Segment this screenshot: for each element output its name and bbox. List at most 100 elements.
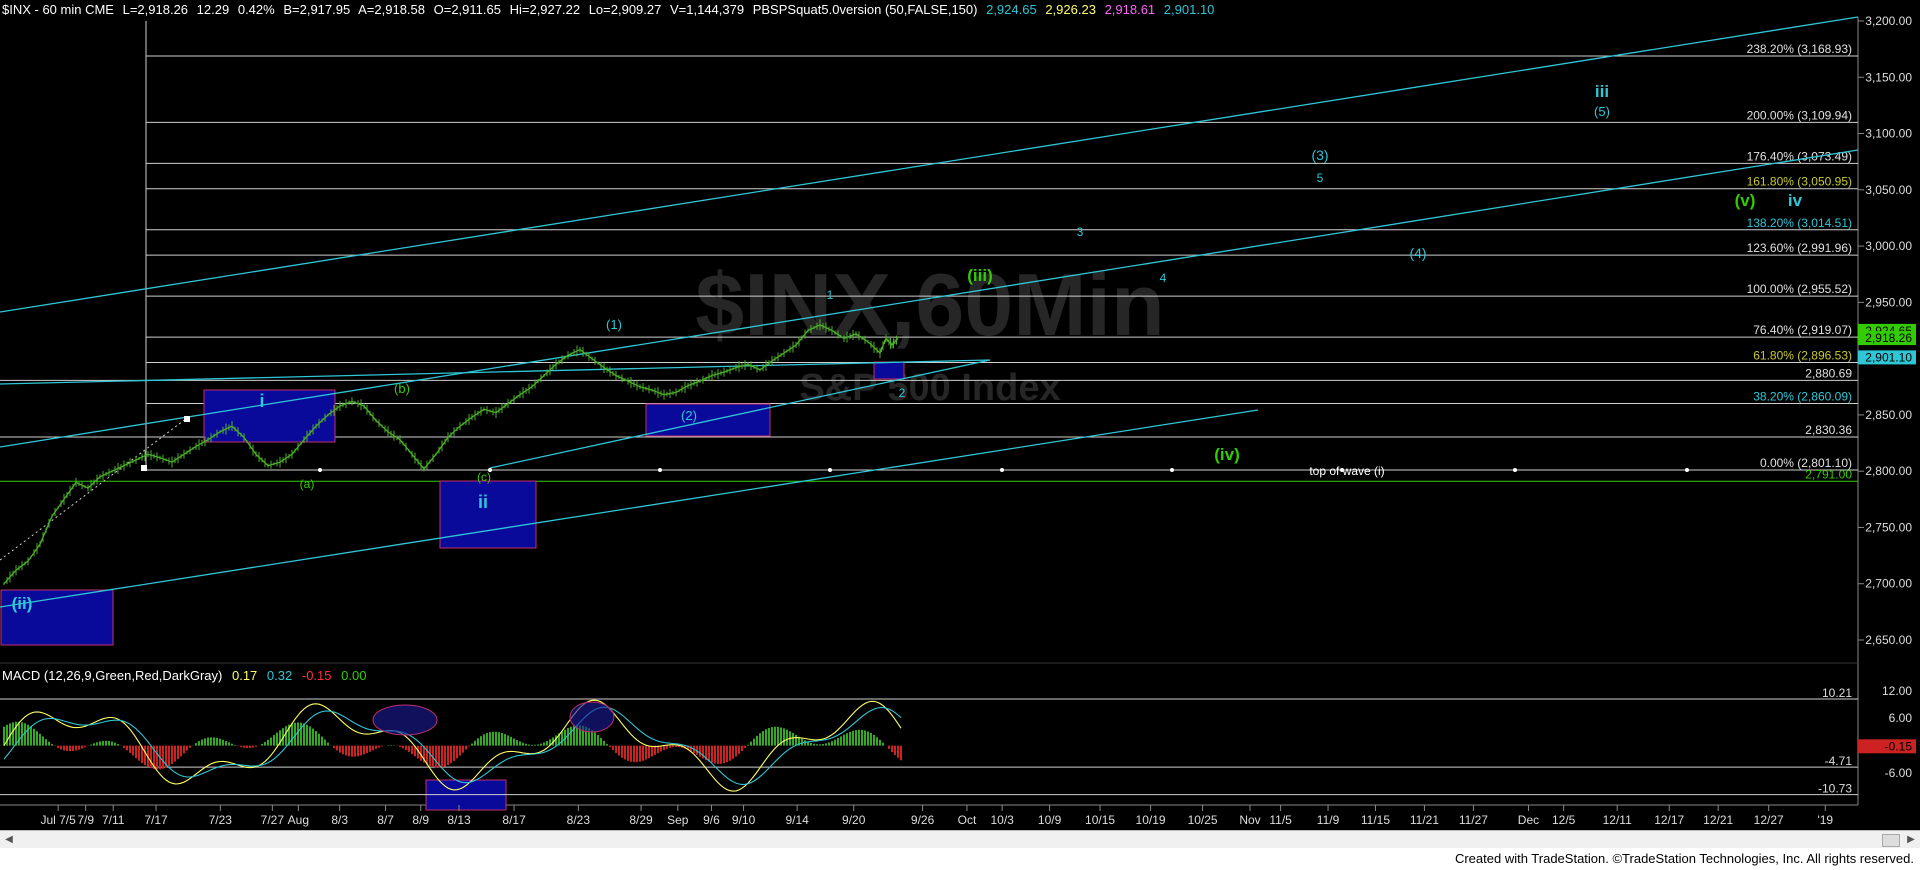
wave-label: (4) (1409, 245, 1426, 261)
fib-label: 61.80% (2,896.53) (1753, 349, 1852, 363)
x-tick-label: 10/25 (1188, 813, 1218, 827)
x-tick-label: 9/14 (785, 813, 809, 827)
target-box (645, 403, 771, 437)
macd-y-tick: 6.00 (1889, 711, 1913, 725)
x-tick-label: 11/9 (1317, 813, 1340, 827)
macd-avg: 0.32 (266, 668, 293, 683)
y-tick-label: 3,000.00 (1865, 239, 1912, 253)
x-tick-label: 9/20 (842, 813, 866, 827)
x-tick-label: 7/11 (102, 813, 125, 827)
level-dot (318, 467, 322, 472)
fib-label: 200.00% (3,109.94) (1747, 108, 1852, 122)
x-tick-label: 10/9 (1038, 813, 1062, 827)
x-tick-label: 11/21 (1410, 813, 1439, 827)
level-dot (1170, 467, 1174, 472)
x-tick-label: 11/27 (1459, 813, 1488, 827)
x-tick-label: 12/17 (1654, 813, 1684, 827)
x-tick-label: Nov (1239, 813, 1260, 827)
fib-label: 100.00% (2,955.52) (1747, 282, 1852, 296)
x-tick-label: 7/23 (209, 813, 233, 827)
indicator-value-2: 2,926.23 (1045, 2, 1096, 17)
y-tick-label: 3,100.00 (1865, 127, 1912, 141)
x-tick-label: 10/19 (1136, 813, 1166, 827)
bid-price: B=2,917.95 (283, 2, 351, 17)
wave-label: 1 (827, 288, 834, 302)
x-tick-label: 9/10 (732, 813, 756, 827)
macd-value: 0.17 (231, 668, 258, 683)
fib-label: 38.20% (2,860.09) (1753, 390, 1852, 404)
watermark-title: $INX,60Min (695, 255, 1164, 354)
fib-label: 76.40% (2,919.07) (1753, 323, 1852, 337)
indicator-value-3: 2,918.61 (1104, 2, 1156, 17)
level-dot (1000, 467, 1004, 472)
fib-label: 176.40% (3,073.49) (1747, 149, 1852, 163)
x-tick-label: 12/21 (1703, 813, 1733, 827)
net-change: 12.29 (196, 2, 230, 17)
y-tick-label: 2,950.00 (1865, 295, 1912, 309)
y-tick-label: 2,700.00 (1865, 577, 1912, 591)
wave-label: (iii) (967, 266, 993, 285)
wave-label: 3 (1077, 225, 1084, 239)
x-tick-label: 8/13 (447, 813, 471, 827)
wave-label: top of wave (i) (1309, 464, 1384, 478)
y-tick-label: 3,150.00 (1865, 70, 1912, 84)
volume: V=1,144,379 (669, 2, 745, 17)
wave-label: (ii) (12, 594, 33, 613)
wave-label: (b) (394, 381, 410, 396)
macd-highlight-ellipse (372, 704, 438, 736)
wave-label: (1) (606, 317, 622, 332)
scroll-thumb[interactable] (1882, 834, 1900, 847)
x-tick-label: 11/15 (1361, 813, 1390, 827)
x-tick-label: 7/9 (77, 813, 94, 827)
x-tick-label: Sep (667, 813, 689, 827)
wave-label: ii (478, 492, 488, 512)
horizontal-scrollbar[interactable]: ◀ ▶ (0, 830, 1920, 849)
macd-zero: 0.00 (341, 668, 367, 683)
wave-label: (v) (1735, 191, 1756, 210)
pivot-marker (184, 416, 190, 422)
macd-diff: -0.15 (301, 668, 332, 683)
macd-ref-label: -4.71 (1825, 754, 1853, 768)
level-dot (658, 467, 662, 472)
x-tick-label: 10/3 (990, 813, 1014, 827)
x-tick-label: 7/27 (261, 813, 285, 827)
wave-label: 5 (1317, 171, 1324, 185)
last-price: L=2,918.26 (122, 2, 189, 17)
target-box (873, 361, 905, 380)
x-tick-label: Oct (958, 813, 977, 827)
macd-highlight-ellipse (569, 701, 615, 733)
x-tick-label: 12/27 (1754, 813, 1784, 827)
fib-label: 2,791.00 (1805, 467, 1852, 481)
fib-label: 2,880.69 (1805, 366, 1852, 380)
scroll-right-icon[interactable]: ▶ (1904, 833, 1918, 846)
x-tick-label: 9/26 (911, 813, 935, 827)
x-tick-label: 9/6 (703, 813, 720, 827)
x-tick-label: 11/5 (1269, 813, 1292, 827)
symbol-name: $INX - 60 min CME (2, 2, 114, 17)
wave-label: (iv) (1214, 445, 1240, 464)
price-chart[interactable]: $INX,60Min S&P 500 Index 238.20% (3,168.… (0, 0, 1920, 830)
x-tick-label: 7/17 (144, 813, 168, 827)
scroll-left-icon[interactable]: ◀ (2, 833, 16, 846)
fib-label: 238.20% (3,168.93) (1747, 42, 1852, 56)
x-tick-label: Dec (1518, 813, 1539, 827)
wave-label: (5) (1594, 104, 1610, 119)
fib-label: 2,830.36 (1805, 423, 1852, 437)
x-tick-label: 12/11 (1603, 813, 1632, 827)
y-tick-label: 2,650.00 (1865, 633, 1912, 647)
price-tag-label: 2,901.10 (1865, 350, 1912, 364)
macd-header: MACD (12,26,9,Green,Red,DarkGray) 0.17 0… (2, 668, 372, 683)
symbol-header: $INX - 60 min CME L=2,918.26 12.29 0.42%… (2, 2, 1219, 18)
indicator-name: PBSPSquat5.0version (50,FALSE,150) (752, 2, 978, 17)
wave-label: (a) (300, 477, 315, 491)
level-dot (828, 467, 832, 472)
high-price: Hi=2,927.22 (509, 2, 581, 17)
open-price: O=2,911.65 (433, 2, 501, 17)
footer: Created with TradeStation. ©TradeStation… (0, 848, 1920, 870)
wave-label: iii (1595, 82, 1609, 101)
y-tick-label: 3,200.00 (1865, 14, 1912, 28)
x-tick-label: '19 (1817, 813, 1833, 827)
wave-label: iv (1788, 191, 1803, 210)
x-tick-label: 8/9 (412, 813, 429, 827)
y-tick-label: 2,800.00 (1865, 464, 1912, 478)
